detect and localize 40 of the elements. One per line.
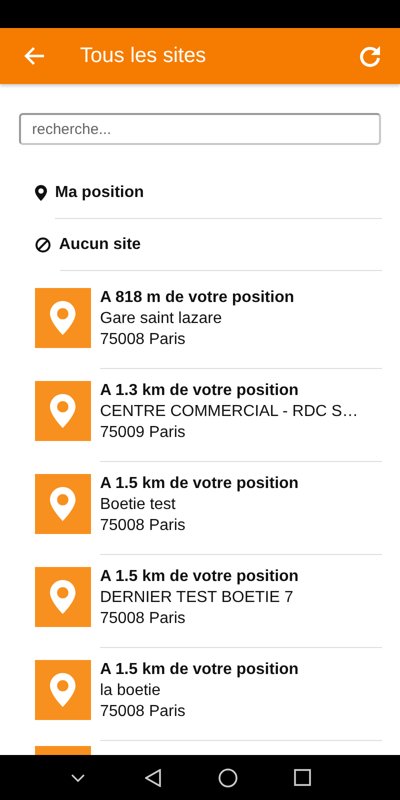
back-triangle-icon	[144, 768, 160, 786]
site-item[interactable]: A 1.5 km de votre position la boetie 75008 Paris	[0, 653, 400, 746]
search-field[interactable]: recherche...	[19, 113, 381, 145]
location-pin-icon	[50, 580, 76, 614]
site-item[interactable]: A 1.3 km de votre position CENTRE COMMERCIAL - RDC S… 75009 Paris	[0, 374, 400, 467]
back-arrow-icon	[24, 46, 46, 66]
screen-title: Tous les sites	[80, 44, 208, 68]
site-name: Boetie test	[100, 495, 177, 515]
refresh-icon	[358, 44, 382, 68]
location-pin-icon	[50, 673, 76, 707]
site-address: 75008 Paris	[100, 516, 186, 536]
location-pin-icon	[50, 301, 76, 335]
home-circle-icon	[218, 768, 238, 788]
location-pin-icon	[35, 184, 47, 200]
site-distance: A 1.3 km de votre position	[100, 381, 300, 401]
site-distance: A 1.5 km de votre position	[100, 567, 300, 587]
site-address: 75008 Paris	[100, 609, 186, 629]
option-label: Ma position	[55, 184, 144, 202]
site-distance: A 1.5 km de votre position	[100, 660, 300, 680]
site-name: DERNIER TEST BOETIE 7	[100, 588, 294, 608]
option-label: Aucun site	[59, 236, 141, 254]
site-distance: A 818 m de votre position	[100, 288, 296, 308]
list-option[interactable]: Aucun site	[35, 219, 382, 270]
site-address: 75008 Paris	[100, 330, 186, 350]
site-address: 75009 Paris	[100, 423, 186, 443]
site-item[interactable]: A 818 m de votre position Gare saint lazare 75008 Paris	[0, 281, 400, 374]
chevron-down-icon	[70, 774, 84, 782]
list-option[interactable]: Ma position	[35, 167, 382, 218]
location-pin-icon	[50, 487, 76, 521]
site-item[interactable]: A 1.5 km de votre position Boetie test 75008 Paris	[0, 467, 400, 560]
square-icon	[294, 769, 311, 786]
site-address: 75008 Paris	[100, 702, 186, 722]
site-item[interactable]: A 1.5 km de votre position DERNIER TEST BOETIE 7 75008 Paris	[0, 560, 400, 653]
site-distance: A 1.5 km de votre position	[100, 474, 300, 494]
site-name: la boetie	[100, 681, 162, 701]
site-tile	[35, 746, 91, 755]
site-name: Gare saint lazare	[100, 309, 223, 329]
prohibited-icon	[35, 236, 51, 252]
site-name: CENTRE COMMERCIAL - RDC S…	[100, 402, 360, 422]
location-pin-icon	[50, 394, 76, 428]
